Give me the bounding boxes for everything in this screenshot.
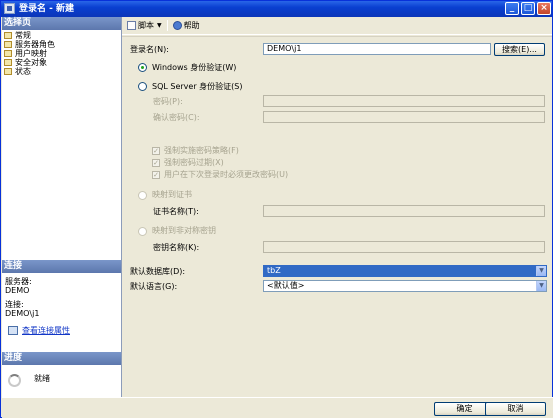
- page-icon: [4, 50, 12, 57]
- default-lang-label: 默认语言(G):: [130, 282, 178, 291]
- cert-name-field[interactable]: [263, 205, 545, 217]
- page-list: 常规 服务器角色 用户映射 安全对象 状态: [2, 30, 121, 260]
- right-pane: 脚本 ▼ 帮助 登录名(N): DEMO\j1 搜索(E)... Windows…: [122, 17, 552, 397]
- cert-name-label: 证书名称(T):: [153, 207, 199, 216]
- cert-mapped-radio[interactable]: [138, 191, 147, 200]
- page-icon: [4, 41, 12, 48]
- must-change-label: 用户在下次登录时必须更改密码(U): [164, 170, 289, 179]
- page-item-general[interactable]: 常规: [4, 31, 121, 40]
- view-connection-properties-link[interactable]: 查看连接属性: [22, 326, 70, 335]
- default-db-select[interactable]: tbZ ▼: [263, 265, 547, 277]
- server-value: DEMO: [5, 286, 30, 295]
- sql-auth-label: SQL Server 身份验证(S): [152, 82, 243, 91]
- script-button[interactable]: 脚本 ▼: [125, 19, 164, 33]
- login-name-input[interactable]: DEMO\j1: [263, 43, 491, 55]
- page-item-label: 状态: [15, 67, 31, 76]
- page-item-label: 常规: [15, 31, 31, 40]
- progress-header: 进度: [2, 352, 121, 365]
- toolbar: 脚本 ▼ 帮助: [122, 17, 552, 35]
- password-label: 密码(P):: [153, 97, 183, 106]
- confirm-password-field[interactable]: [263, 111, 545, 123]
- minimize-button[interactable]: _: [505, 2, 519, 15]
- connection-info: 服务器: DEMO 连接: DEMO\j1 查看连接属性: [2, 273, 121, 352]
- app-icon: [4, 3, 15, 14]
- server-label: 服务器:: [5, 277, 32, 286]
- page-icon: [4, 59, 12, 66]
- page-item-server-roles[interactable]: 服务器角色: [4, 40, 121, 49]
- windows-auth-radio[interactable]: [138, 63, 147, 72]
- page-item-label: 服务器角色: [15, 40, 55, 49]
- script-icon: [127, 21, 136, 30]
- page-icon: [4, 68, 12, 75]
- default-db-value: tbZ: [267, 266, 281, 275]
- enforce-policy-label: 强制实施密码策略(F): [164, 146, 239, 155]
- windows-auth-label: Windows 身份验证(W): [152, 63, 237, 72]
- confirm-password-label: 确认密码(C):: [153, 113, 200, 122]
- default-db-label: 默认数据库(D):: [130, 267, 186, 276]
- key-name-field[interactable]: [263, 241, 545, 253]
- key-name-label: 密钥名称(K):: [153, 243, 200, 252]
- close-button[interactable]: ×: [537, 2, 551, 15]
- page-item-label: 用户映射: [15, 49, 47, 58]
- progress-status: 就绪: [34, 374, 50, 383]
- chevron-down-icon[interactable]: ▼: [536, 281, 546, 291]
- left-pane: 选择页 常规 服务器角色 用户映射 安全对象 状态 连接 服务器: DEMO 连…: [2, 17, 122, 397]
- window-title: 登录名 - 新建: [19, 4, 75, 14]
- enforce-expiry-label: 强制密码过期(X): [164, 158, 224, 167]
- chevron-down-icon[interactable]: ▼: [536, 266, 546, 276]
- asym-key-radio[interactable]: [138, 227, 147, 236]
- script-label: 脚本: [138, 21, 154, 30]
- enforce-policy-checkbox[interactable]: ✓: [152, 147, 160, 155]
- title-bar[interactable]: 登录名 - 新建 _ □ ×: [1, 1, 552, 17]
- login-name-label: 登录名(N):: [130, 45, 169, 54]
- connection-label: 连接:: [5, 300, 24, 309]
- default-lang-value: <默认值>: [267, 281, 305, 290]
- page-item-user-mapping[interactable]: 用户映射: [4, 49, 121, 58]
- dialog-footer: 确定 取消: [2, 397, 553, 418]
- connection-header: 连接: [2, 260, 121, 273]
- chevron-down-icon: ▼: [157, 22, 162, 29]
- cert-mapped-label: 映射到证书: [152, 190, 192, 199]
- help-icon: [172, 21, 182, 30]
- connection-properties-icon: [8, 326, 18, 335]
- login-new-dialog: 登录名 - 新建 _ □ × 选择页 常规 服务器角色 用户映射 安全对象 状态…: [0, 0, 553, 418]
- divider: [122, 36, 552, 37]
- help-label: 帮助: [183, 21, 200, 30]
- sql-auth-radio[interactable]: [138, 82, 147, 91]
- enforce-expiry-checkbox[interactable]: ✓: [152, 159, 160, 167]
- toolbar-separator: [166, 20, 168, 31]
- page-item-label: 安全对象: [15, 58, 47, 67]
- select-page-header: 选择页: [2, 17, 121, 30]
- default-lang-select[interactable]: <默认值> ▼: [263, 280, 547, 292]
- page-item-securables[interactable]: 安全对象: [4, 58, 121, 67]
- page-item-status[interactable]: 状态: [4, 67, 121, 76]
- progress-spinner-icon: [8, 374, 21, 387]
- password-field[interactable]: [263, 95, 545, 107]
- must-change-checkbox[interactable]: ✓: [152, 171, 160, 179]
- page-icon: [4, 32, 12, 39]
- cancel-button[interactable]: 取消: [485, 402, 546, 416]
- search-button[interactable]: 搜索(E)...: [494, 43, 545, 56]
- connection-value: DEMO\j1: [5, 309, 40, 318]
- maximize-button[interactable]: □: [521, 2, 535, 15]
- help-button[interactable]: 帮助: [171, 19, 202, 33]
- asym-key-label: 映射到非对称密钥: [152, 226, 216, 235]
